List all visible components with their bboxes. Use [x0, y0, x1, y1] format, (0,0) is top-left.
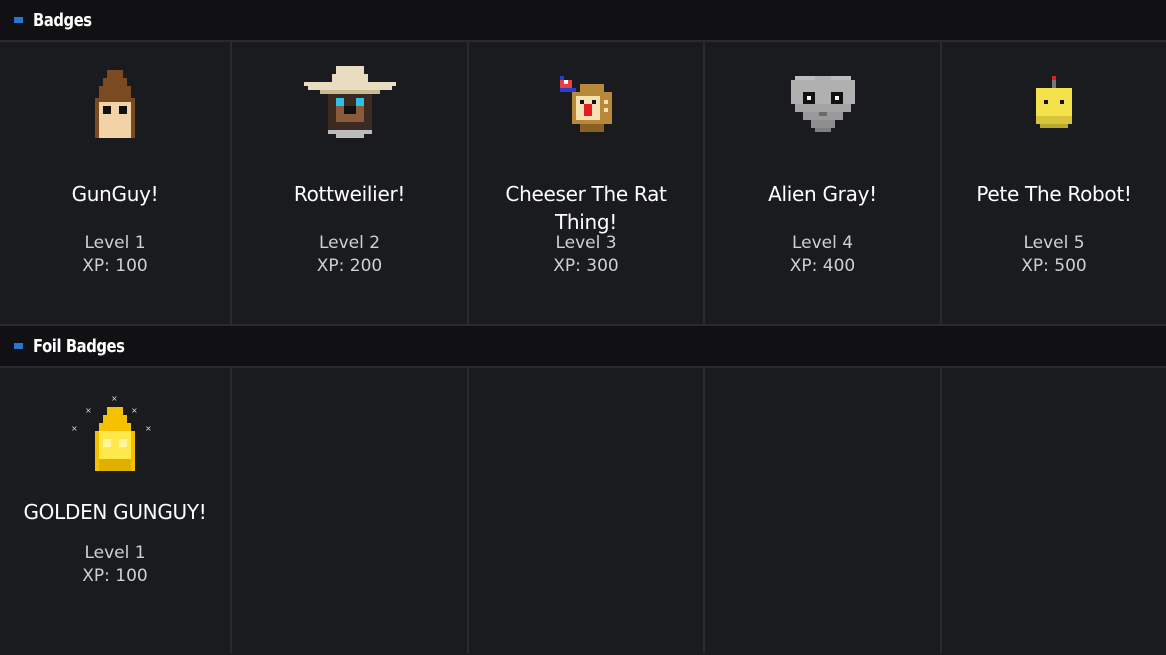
badge-xp: XP: 100: [82, 566, 148, 586]
svg-text:×: ×: [85, 406, 92, 415]
badge-card[interactable]: Cheeser The Rat Thing! Level 3 XP: 300: [469, 42, 705, 324]
badge-xp: XP: 200: [316, 256, 383, 276]
badge-card[interactable]: GunGuy! Level 1 XP: 100: [0, 42, 232, 324]
badge-level: Level 1: [84, 233, 146, 253]
badge-level: Level 5: [1023, 233, 1085, 253]
badges-section-title: Badges: [33, 9, 92, 31]
badge-name: Rottweilier!: [293, 182, 406, 206]
badge-level: Level 1: [84, 543, 146, 563]
alien-gray-icon: [790, 76, 855, 132]
empty-badge-slot: [942, 368, 1166, 653]
badge-name: GunGuy!: [71, 182, 159, 206]
foil-badges-section-header: Foil Badges: [0, 326, 1166, 368]
badge-xp: XP: 400: [789, 256, 856, 276]
empty-badge-slot: [469, 368, 705, 653]
badge-card[interactable]: Pete The Robot! Level 5 XP: 500: [942, 42, 1166, 324]
foil-badges-section-title: Foil Badges: [33, 335, 125, 357]
section-marker-icon: [14, 17, 23, 23]
badges-grid: GunGuy! Level 1 XP: 100 Rottweilier! Lev…: [0, 42, 1166, 326]
badge-card[interactable]: Rottweilier! Level 2 XP: 200: [232, 42, 469, 324]
badge-xp: XP: 100: [82, 256, 148, 276]
badge-xp: XP: 500: [1021, 256, 1087, 276]
badge-name: Pete The Robot!: [976, 182, 1132, 206]
badge-name: GOLDEN GUNGUY!: [23, 500, 207, 524]
empty-badge-slot: [232, 368, 469, 653]
badge-level: Level 3: [555, 233, 617, 253]
badge-name: Alien Gray!: [768, 182, 877, 206]
robot-icon: [1036, 76, 1072, 128]
badge-level: Level 2: [318, 233, 381, 253]
svg-text:×: ×: [131, 406, 138, 415]
foil-badges-grid: × × × × × GOLDEN GUNGUY! Level 1 XP: 100: [0, 368, 1166, 653]
badge-name: Cheeser The Rat Thing!: [505, 182, 667, 234]
golden-gunguy-icon: × × × × ×: [71, 395, 152, 471]
badge-card[interactable]: Alien Gray! Level 4 XP: 400: [705, 42, 942, 324]
badge-card[interactable]: × × × × × GOLDEN GUNGUY! Level 1 XP: 100: [0, 368, 232, 653]
gunguy-icon: [95, 70, 135, 138]
empty-badge-slot: [705, 368, 942, 653]
cheeser-rat-icon: [560, 76, 612, 132]
svg-text:×: ×: [145, 424, 152, 433]
section-marker-icon: [14, 343, 23, 349]
svg-text:×: ×: [111, 395, 118, 403]
badge-xp: XP: 300: [553, 256, 619, 276]
svg-text:×: ×: [71, 424, 78, 433]
badges-section-header: Badges: [0, 0, 1166, 42]
badge-level: Level 4: [791, 233, 854, 253]
rottweiler-icon: [303, 66, 396, 138]
